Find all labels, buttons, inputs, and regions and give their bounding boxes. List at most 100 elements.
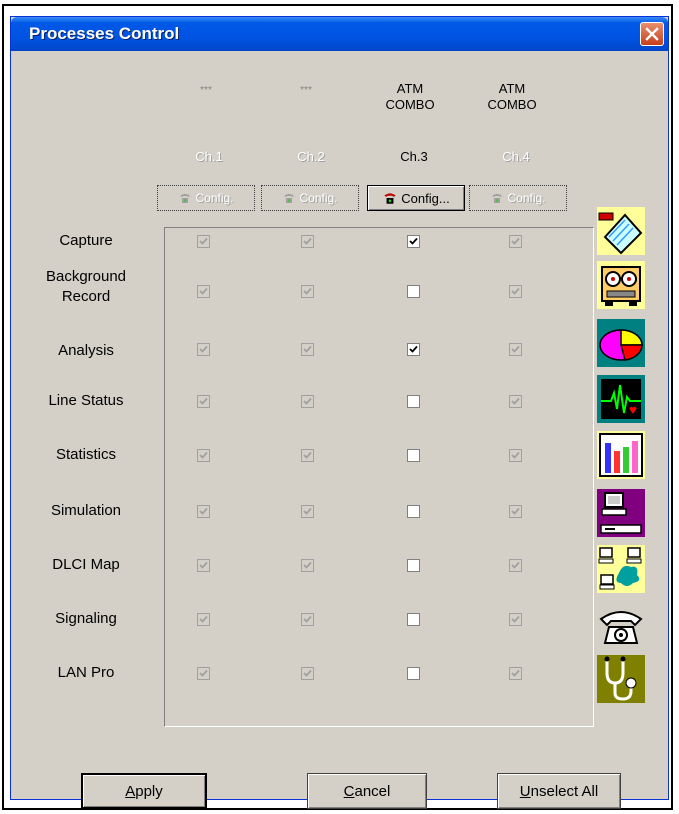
dialog-body: *** *** ATM COMBO ATM COMBO Ch.1 Ch.2 Ch…: [11, 51, 668, 809]
checkbox-signaling-ch4: [509, 613, 522, 626]
process-label-line1: Background: [45, 268, 127, 285]
checkbox-lan-pro-ch3[interactable]: [407, 667, 420, 680]
unselect-all-rest: nselect All: [530, 782, 599, 800]
checkbox-background-record-ch2: [301, 285, 314, 298]
checkbox-analysis-ch3[interactable]: [407, 343, 420, 356]
checkbox-background-record-ch4: [509, 285, 522, 298]
checkmark-icon: [303, 561, 312, 569]
apply-rest: pply: [135, 782, 163, 800]
process-label-line-status: Line Status: [48, 392, 124, 409]
checkmark-icon: [199, 397, 208, 405]
checkbox-line-status-ch2: [301, 395, 314, 408]
checkbox-capture-ch4: [509, 235, 522, 248]
channel-2-name: Ch.2: [297, 149, 325, 164]
channel-2-config-label: Config.: [299, 191, 338, 205]
channel-4-type: ATM COMBO: [467, 81, 557, 113]
checkmark-icon: [199, 615, 208, 623]
process-label-lan-pro: LAN Pro: [57, 664, 115, 681]
heartbeat-monitor-icon: [597, 375, 645, 423]
apply-mnemonic: A: [125, 782, 136, 800]
channel-3-type-line1: ATM: [396, 81, 424, 96]
checkbox-line-status-ch3[interactable]: [407, 395, 420, 408]
checkbox-analysis-ch4: [509, 343, 522, 356]
process-label-signaling: Signaling: [55, 610, 117, 627]
checkmark-icon: [303, 669, 312, 677]
telephone-icon: [284, 194, 295, 203]
checkmark-icon: [199, 237, 208, 245]
checkbox-signaling-ch3[interactable]: [407, 613, 420, 626]
checkbox-dlci-map-ch3[interactable]: [407, 559, 420, 572]
checkbox-background-record-ch1: [197, 285, 210, 298]
telephone-icon: [492, 194, 503, 203]
telephone-icon: [180, 194, 191, 203]
checkmark-icon: [511, 507, 520, 515]
checkbox-signaling-ch2: [301, 613, 314, 626]
checkbox-statistics-ch2: [301, 449, 314, 462]
channel-3-config-label: Config...: [401, 190, 450, 206]
title-bar[interactable]: Processes Control: [11, 17, 668, 51]
checkmark-icon: [511, 287, 520, 295]
pie-chart-icon: [597, 319, 645, 367]
bar-chart-icon: [597, 431, 645, 479]
process-label-dlci-map: DLCI Map: [52, 556, 120, 573]
tape-recorder-icon: [597, 261, 645, 309]
checkbox-capture-ch3[interactable]: [407, 235, 420, 248]
channel-4-name: Ch.4: [502, 149, 530, 164]
checkbox-simulation-ch1: [197, 505, 210, 518]
checkbox-line-status-ch1: [197, 395, 210, 408]
process-grid: [164, 227, 594, 727]
checkmark-icon: [303, 237, 312, 245]
processes-control-dialog: Processes Control *** *** ATM COMBO ATM …: [10, 16, 669, 809]
checkmark-icon: [303, 345, 312, 353]
channel-1-name: Ch.1: [195, 149, 223, 164]
channel-4-type-line2: COMBO: [487, 97, 537, 112]
process-label-capture: Capture: [59, 232, 113, 249]
process-label-background-record: Background Record: [31, 267, 141, 307]
channel-1-config-button[interactable]: Config.: [157, 185, 255, 211]
checkbox-simulation-ch4: [509, 505, 522, 518]
checkbox-statistics-ch3[interactable]: [407, 449, 420, 462]
channel-4-type-line1: ATM: [498, 81, 526, 96]
unselect-all-button[interactable]: Unselect All: [497, 773, 621, 809]
checkbox-simulation-ch2: [301, 505, 314, 518]
channel-3-config-button[interactable]: Config...: [367, 185, 465, 211]
checkmark-icon: [511, 237, 520, 245]
apply-button[interactable]: Apply: [81, 773, 207, 809]
cancel-rest: ancel: [354, 782, 391, 800]
process-label-analysis: Analysis: [58, 342, 114, 359]
checkmark-icon: [303, 507, 312, 515]
channel-2-config-button[interactable]: Config.: [261, 185, 359, 211]
unselect-all-label: Unselect All: [520, 783, 598, 800]
checkbox-line-status-ch4: [509, 395, 522, 408]
checkbox-statistics-ch4: [509, 449, 522, 462]
unselect-all-mnemonic: U: [519, 782, 531, 800]
checkmark-icon: [199, 287, 208, 295]
checkbox-capture-ch2: [301, 235, 314, 248]
close-button[interactable]: [640, 22, 664, 46]
checkbox-background-record-ch3[interactable]: [407, 285, 420, 298]
close-icon: [645, 27, 659, 41]
channel-2-type: ***: [300, 85, 312, 96]
checkbox-capture-ch1: [197, 235, 210, 248]
checkbox-signaling-ch1: [197, 613, 210, 626]
checkmark-icon: [199, 669, 208, 677]
checkbox-lan-pro-ch1: [197, 667, 210, 680]
cancel-button[interactable]: Cancel: [307, 773, 427, 809]
checkbox-dlci-map-ch2: [301, 559, 314, 572]
channel-4-config-button[interactable]: Config.: [469, 185, 567, 211]
checkmark-icon: [303, 287, 312, 295]
network-map-icon: [597, 545, 645, 593]
channel-1-type: ***: [200, 85, 212, 96]
channel-3-type: ATM COMBO: [365, 81, 455, 113]
process-label-statistics: Statistics: [55, 446, 116, 463]
telephone-icon: [384, 193, 396, 204]
channel-4-config-label: Config.: [507, 191, 546, 205]
checkbox-simulation-ch3[interactable]: [407, 505, 420, 518]
checkmark-icon: [303, 615, 312, 623]
checkbox-dlci-map-ch1: [197, 559, 210, 572]
cancel-mnemonic: C: [343, 782, 355, 800]
checkbox-statistics-ch1: [197, 449, 210, 462]
stethoscope-icon: [597, 655, 645, 703]
cancel-label: Cancel: [344, 783, 391, 800]
channel-1-config-label: Config.: [195, 191, 234, 205]
